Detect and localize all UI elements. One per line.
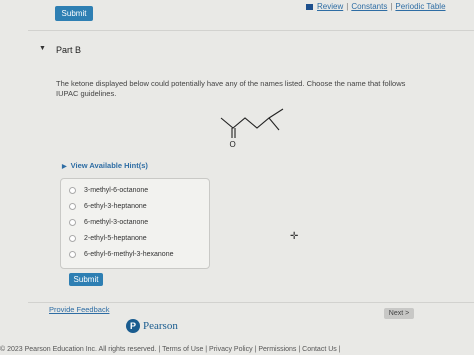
submit-answer-button[interactable]: Submit [69, 273, 103, 286]
choice-label: 6-methyl-3-octanone [84, 219, 149, 226]
provide-feedback-link[interactable]: Provide Feedback [49, 305, 109, 314]
expand-triangle-icon: ▶ [62, 164, 67, 170]
radio-button[interactable] [69, 187, 76, 194]
choice-label: 3-methyl-6-octanone [84, 187, 149, 194]
header-links: Review | Constants | Periodic Table [306, 2, 446, 11]
question-text: The ketone displayed below could potenti… [56, 79, 406, 98]
radio-button[interactable] [69, 251, 76, 258]
choice-option[interactable]: 6-ethyl-6-methyl-3-hexanone [69, 251, 174, 258]
view-hints-toggle[interactable]: ▶ View Available Hint(s) [62, 161, 148, 170]
methyl-branch [268, 117, 280, 131]
hints-label: View Available Hint(s) [70, 161, 148, 170]
constants-link[interactable]: Constants [351, 2, 387, 11]
pearson-logo-icon: P [126, 319, 140, 333]
choice-label: 6-ethyl-3-heptanone [84, 203, 147, 210]
choice-option[interactable]: 6-methyl-3-octanone [69, 219, 148, 226]
footer-divider [28, 302, 474, 303]
periodic-table-link[interactable]: Periodic Table [395, 2, 445, 11]
choice-option[interactable]: 3-methyl-6-octanone [69, 187, 148, 194]
choice-label: 2-ethyl-5-heptanone [84, 235, 147, 242]
submit-button[interactable]: Submit [55, 6, 93, 21]
section-divider [28, 30, 474, 31]
radio-button[interactable] [69, 235, 76, 242]
oxygen-label: O [230, 140, 236, 149]
ketone-structure-image: O [220, 108, 284, 149]
radio-button[interactable] [69, 203, 76, 210]
answer-choices-box: 3-methyl-6-octanone 6-ethyl-3-heptanone … [60, 178, 210, 269]
pearson-name: Pearson [143, 320, 178, 332]
collapse-caret-icon[interactable]: ▼ [39, 45, 46, 52]
choice-option[interactable]: 6-ethyl-3-heptanone [69, 203, 147, 210]
footer-text: © 2023 Pearson Education Inc. All rights… [0, 346, 341, 353]
pearson-brand: P Pearson [126, 319, 178, 333]
review-link[interactable]: Review [317, 2, 343, 11]
carbon-chain [220, 108, 284, 129]
radio-button[interactable] [69, 219, 76, 226]
book-icon [306, 3, 313, 10]
part-title[interactable]: Part B [56, 45, 81, 55]
choice-option[interactable]: 2-ethyl-5-heptanone [69, 235, 147, 242]
next-button[interactable]: Next > [384, 308, 414, 319]
choice-label: 6-ethyl-6-methyl-3-hexanone [84, 251, 174, 258]
mouse-cursor-icon: ✛ [290, 231, 299, 242]
